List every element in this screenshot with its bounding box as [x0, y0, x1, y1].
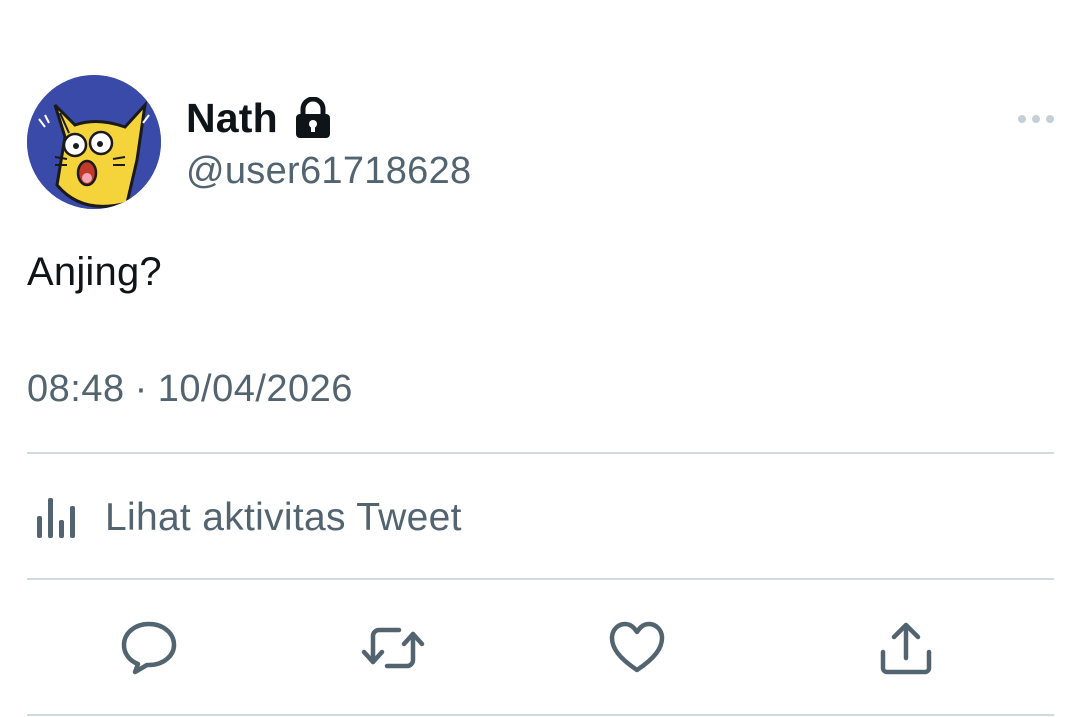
retweet-icon	[361, 627, 425, 669]
divider-middle	[27, 578, 1054, 580]
heart-icon	[609, 621, 665, 673]
analytics-bar-icon	[27, 494, 83, 542]
activity-label: Lihat aktivitas Tweet	[105, 496, 462, 539]
retweet-button[interactable]	[361, 618, 425, 678]
tweet-text: Anjing?	[27, 250, 162, 294]
tweet-timestamp[interactable]: 08:48 · 10/04/2026	[27, 368, 353, 411]
tweet-date: 10/04/2026	[157, 368, 353, 410]
like-button[interactable]	[607, 618, 667, 678]
display-name-row[interactable]: Nath	[186, 92, 332, 144]
user-handle[interactable]: @user61718628	[186, 150, 471, 193]
lock-icon	[294, 96, 332, 139]
share-button[interactable]	[876, 618, 936, 678]
timestamp-separator: ·	[134, 368, 148, 410]
view-tweet-activity-link[interactable]: Lihat aktivitas Tweet	[27, 482, 462, 554]
divider-bottom	[27, 714, 1054, 716]
tweet-detail: Nath @user61718628 Anjing? 08:48 · 10/04…	[0, 0, 1080, 717]
divider-top	[27, 452, 1054, 454]
avatar[interactable]	[27, 75, 161, 209]
display-name[interactable]: Nath	[186, 95, 278, 142]
tweet-time: 08:48	[27, 368, 125, 410]
reply-icon	[121, 621, 177, 675]
share-icon	[880, 622, 932, 675]
more-options-icon[interactable]	[1014, 108, 1058, 130]
reply-button[interactable]	[119, 618, 179, 678]
